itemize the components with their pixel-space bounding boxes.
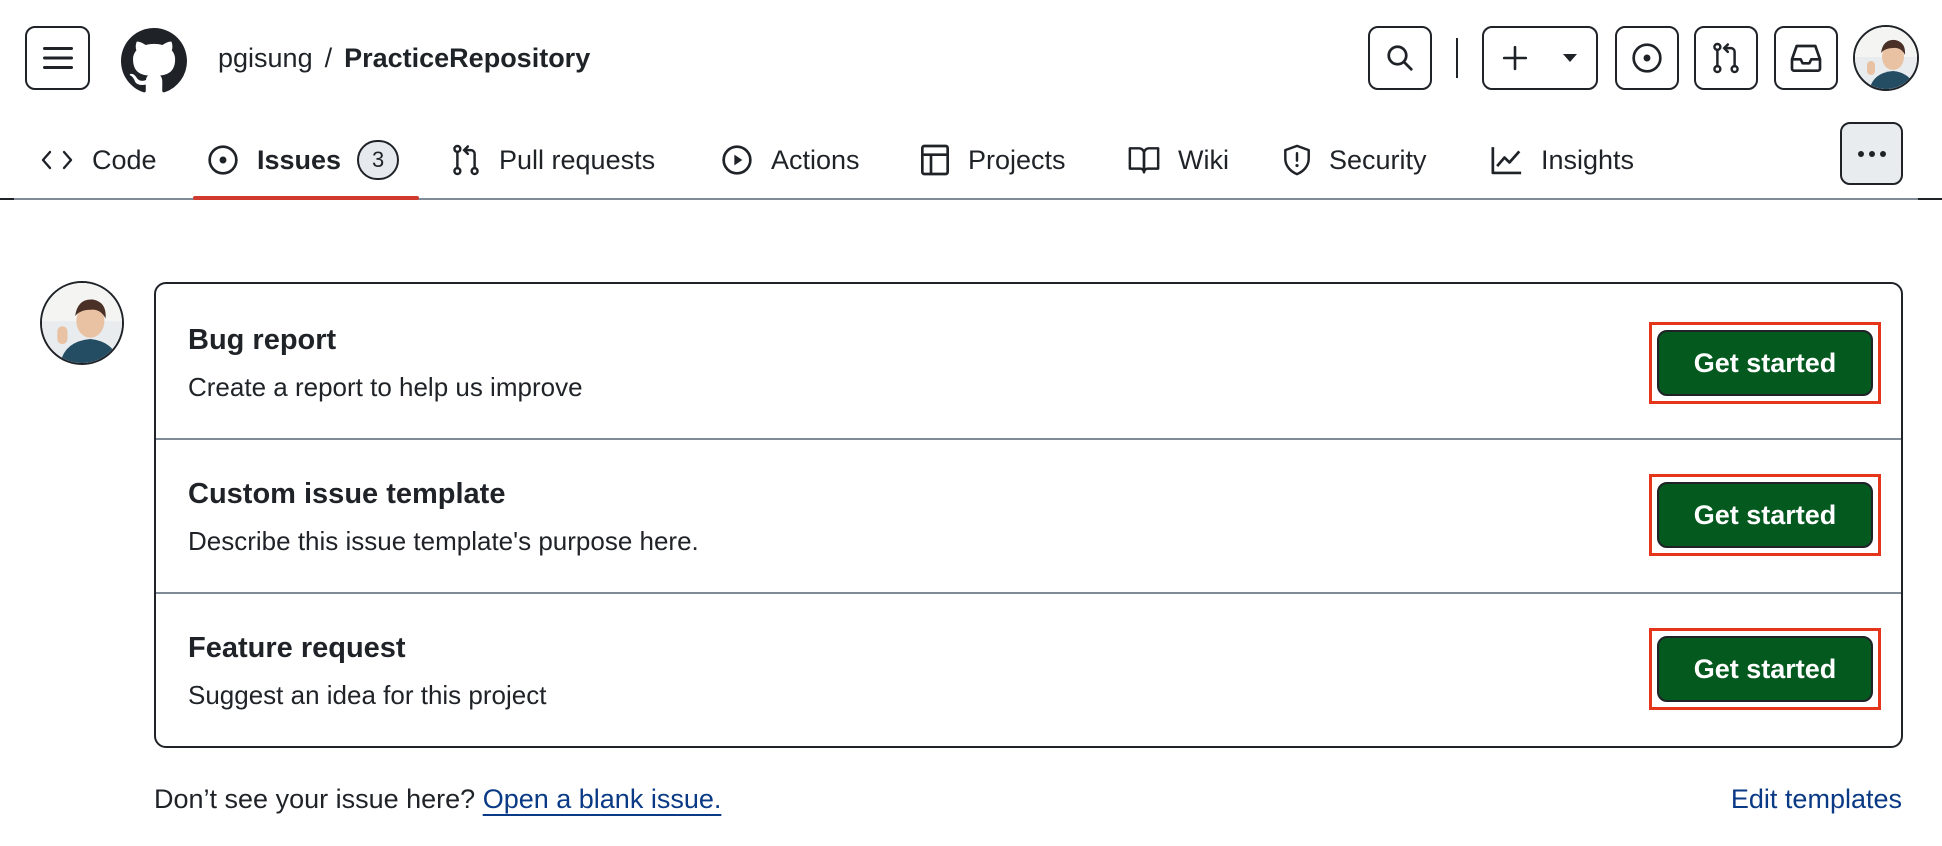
play-icon [722,145,752,175]
issue-template-list: Bug report Create a report to help us im… [154,282,1903,748]
issue-opened-icon [208,145,238,175]
get-started-button[interactable]: Get started [1657,636,1873,702]
inbox-icon [1790,44,1822,72]
nav-divider-cap [1918,198,1942,200]
git-pull-request-icon [1713,42,1739,74]
tab-wiki[interactable]: Wiki [1128,136,1229,184]
tab-actions[interactable]: Actions [721,136,860,184]
nav-divider-cap [0,198,14,200]
edit-templates-link[interactable]: Edit templates [1731,784,1902,815]
hamburger-icon [42,47,73,69]
template-item-custom-issue: Custom issue template Describe this issu… [156,438,1901,592]
prompt-text: Don’t see your issue here? [154,784,476,814]
tab-label: Code [92,144,157,175]
tab-label: Pull requests [499,144,656,175]
open-blank-issue-link[interactable]: Open a blank issue. [483,784,722,814]
tab-issues[interactable]: Issues 3 [207,136,400,184]
highlight-annotation: Get started [1649,628,1881,710]
repo-owner-link[interactable]: pgisung [218,43,313,73]
tab-projects[interactable]: Projects [920,136,1066,184]
template-title: Feature request [188,632,406,664]
plus-icon [1502,45,1528,71]
tab-pull-requests[interactable]: Pull requests [451,136,655,184]
your-pull-requests-button[interactable] [1694,26,1758,90]
repo-name-link[interactable]: PracticeRepository [344,43,590,73]
author-avatar [40,281,124,365]
tab-label: Projects [968,144,1066,175]
tab-label: Actions [771,144,860,175]
breadcrumb-separator: / [324,43,333,73]
template-description: Describe this issue template's purpose h… [188,526,699,556]
template-item-feature-request: Feature request Suggest an idea for this… [156,592,1901,746]
graph-icon [1491,147,1522,175]
user-avatar [42,283,122,363]
get-started-button[interactable]: Get started [1657,482,1873,548]
user-avatar [1855,27,1917,89]
tab-label: Security [1329,144,1427,175]
tab-insights[interactable]: Insights [1491,136,1634,184]
shield-icon [1284,144,1310,176]
repo-navigation: Code Issues 3 Pull requests Actions Proj… [0,116,1942,200]
create-new-button[interactable] [1482,26,1598,90]
app-header: pgisung / PracticeRepository [0,0,1942,116]
your-issues-button[interactable] [1615,26,1679,90]
blank-issue-prompt: Don’t see your issue here? Open a blank … [154,784,721,815]
template-description: Create a report to help us improve [188,372,583,402]
inbox-button[interactable] [1774,26,1838,90]
get-started-button[interactable]: Get started [1657,330,1873,396]
user-avatar-button[interactable] [1853,25,1919,91]
more-nav-button[interactable] [1840,122,1903,185]
code-icon [41,150,73,170]
header-divider [1456,38,1458,78]
table-icon [921,144,949,176]
tab-security[interactable]: Security [1283,136,1427,184]
breadcrumb: pgisung / PracticeRepository [218,40,590,76]
menu-button[interactable] [25,26,90,90]
highlight-annotation: Get started [1649,322,1881,404]
book-icon [1128,147,1160,174]
git-pull-request-icon [453,144,479,176]
issues-count-badge: 3 [357,140,400,180]
template-item-bug-report: Bug report Create a report to help us im… [156,284,1901,438]
search-icon [1387,45,1413,71]
tab-label: Wiki [1178,144,1229,175]
triangle-down-icon [1563,54,1577,62]
template-title: Bug report [188,324,337,356]
active-tab-indicator [193,196,419,200]
template-title: Custom issue template [188,478,506,510]
highlight-annotation: Get started [1649,474,1881,556]
search-button[interactable] [1368,26,1432,90]
tab-code[interactable]: Code [40,136,157,184]
template-description: Suggest an idea for this project [188,680,547,710]
issue-opened-icon [1632,43,1662,73]
tab-label: Issues [257,144,342,175]
tab-label: Insights [1541,144,1635,175]
kebab-horizontal-icon [1857,150,1886,157]
github-mark-icon[interactable] [121,28,187,94]
